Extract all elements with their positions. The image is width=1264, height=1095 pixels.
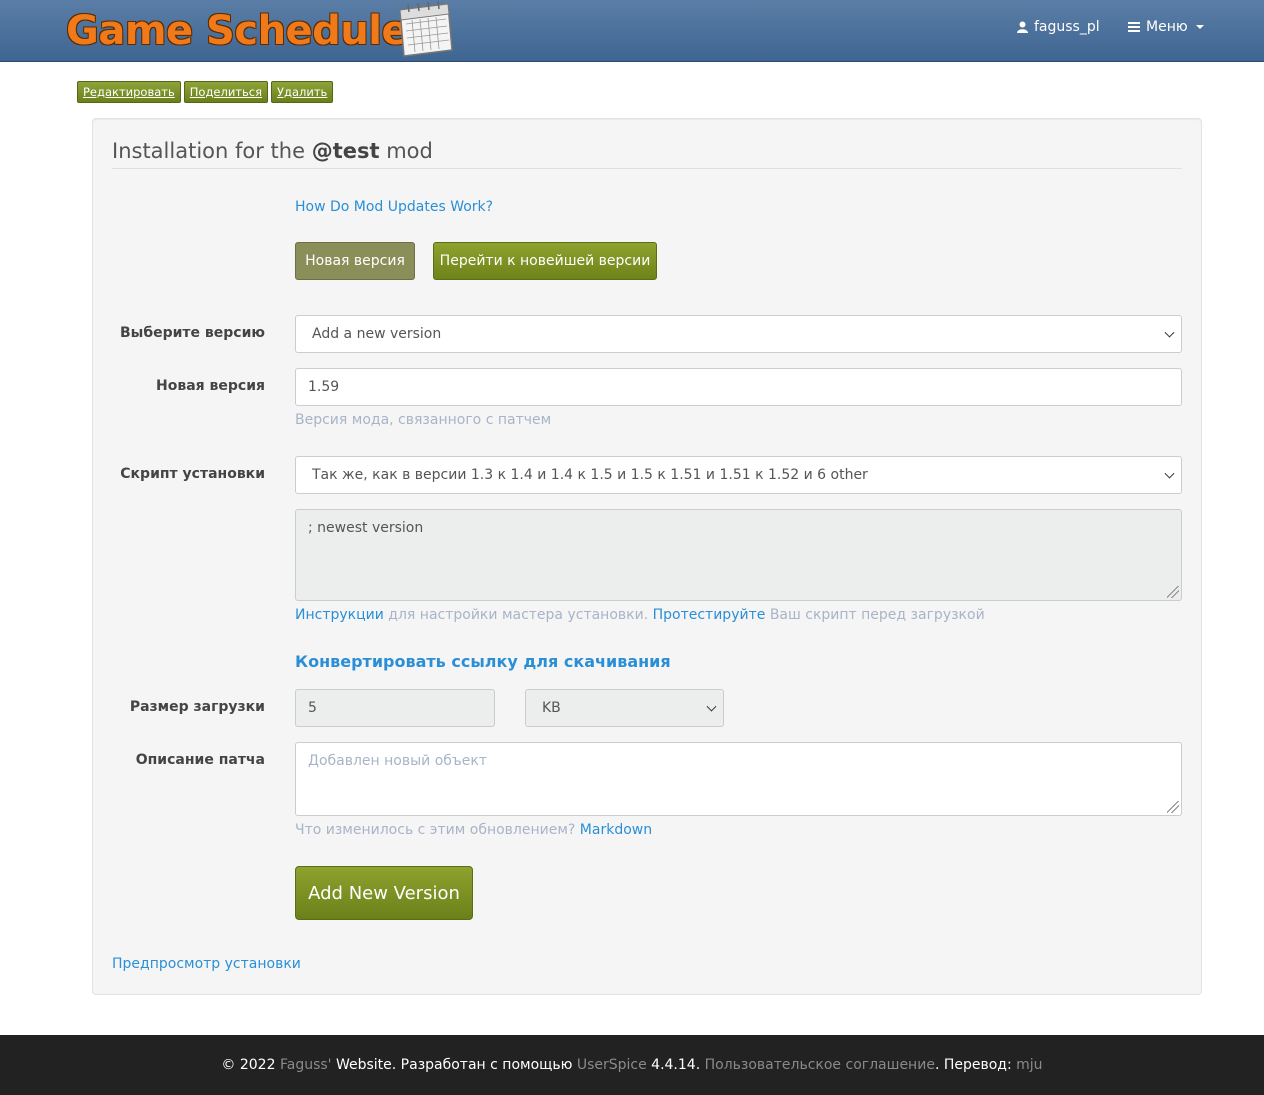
download-size-value: 5 xyxy=(308,700,317,716)
installation-panel: Installation for the @test mod How Do Mo… xyxy=(92,118,1202,995)
test-script-link[interactable]: Протестируйте xyxy=(653,607,766,623)
chevron-down-icon xyxy=(706,701,717,712)
delete-button[interactable]: Удалить xyxy=(271,81,334,103)
hamburger-icon xyxy=(1128,22,1140,32)
caret-down-icon xyxy=(1195,25,1204,29)
footer-copyright: © 2022 xyxy=(221,1057,276,1073)
new-version-hint: Версия мода, связанного с патчем xyxy=(295,412,552,428)
menu-label: Меню xyxy=(1146,19,1188,35)
footer-website-text: Website. Разработан с помощью xyxy=(335,1057,573,1073)
select-version-label: Выберите версию xyxy=(119,325,265,341)
resize-handle-icon[interactable] xyxy=(1167,801,1179,813)
preview-installation-link[interactable]: Предпросмотр установки xyxy=(112,956,301,972)
patch-description-textarea[interactable]: Добавлен новый объект xyxy=(295,742,1182,816)
script-help-line: Инструкции для настройки мастера установ… xyxy=(295,607,985,623)
size-unit-value: KB xyxy=(542,700,561,716)
new-version-label: Новая версия xyxy=(156,378,265,394)
calendar-icon xyxy=(399,0,453,57)
brand-title: Game Schedule xyxy=(66,8,409,54)
footer: © 2022 Faguss' Website. Разработан с пом… xyxy=(0,1035,1264,1095)
new-version-input[interactable]: 1.59 xyxy=(295,368,1182,406)
share-button[interactable]: Поделиться xyxy=(183,81,269,103)
footer-author-link[interactable]: Faguss' xyxy=(280,1057,332,1073)
username: faguss_pl xyxy=(1034,19,1100,35)
user-icon xyxy=(1017,21,1028,33)
instructions-link[interactable]: Инструкции xyxy=(295,607,384,623)
patch-description-placeholder: Добавлен новый объект xyxy=(308,753,488,769)
navbar: Game Schedule faguss_pl Меню xyxy=(0,0,1264,62)
footer-translator-link[interactable]: mju xyxy=(1016,1057,1042,1073)
convert-download-link[interactable]: Конвертировать ссылку для скачивания xyxy=(295,652,671,671)
title-divider xyxy=(112,168,1182,169)
version-select-value: Add a new version xyxy=(312,326,442,342)
download-size-input[interactable]: 5 xyxy=(295,689,495,727)
chevron-down-icon xyxy=(1164,327,1175,338)
title-prefix: Installation for the xyxy=(112,139,305,163)
new-version-button[interactable]: Новая версия xyxy=(295,242,415,280)
title-suffix: mod xyxy=(386,139,433,163)
title-mod: @test xyxy=(311,139,380,163)
user-menu[interactable]: faguss_pl xyxy=(1017,19,1100,35)
version-select[interactable]: Add a new version xyxy=(295,315,1182,353)
description-hint-line: Что изменилось с этим обновлением? Markd… xyxy=(295,822,652,838)
edit-button[interactable]: Редактировать xyxy=(77,81,181,103)
add-new-version-button[interactable]: Add New Version xyxy=(295,866,473,920)
chevron-down-icon xyxy=(1164,468,1175,479)
page-toolbar: Редактировать Поделиться Удалить xyxy=(77,81,334,103)
markdown-link[interactable]: Markdown xyxy=(580,822,652,838)
install-script-text: ; newest version xyxy=(308,520,424,536)
footer-framework-link[interactable]: UserSpice xyxy=(577,1057,647,1073)
install-script-value: Так же, как в версии 1.3 к 1.4 и 1.4 к 1… xyxy=(312,467,868,483)
install-script-select[interactable]: Так же, как в версии 1.3 к 1.4 и 1.4 к 1… xyxy=(295,456,1182,494)
footer-terms-link[interactable]: Пользовательское соглашение xyxy=(705,1057,935,1073)
resize-handle-icon[interactable] xyxy=(1167,586,1179,598)
patch-description-label: Описание патча xyxy=(135,752,265,768)
test-script-text: Ваш скрипт перед загрузкой xyxy=(769,607,985,623)
install-script-label: Скрипт установки xyxy=(120,466,265,482)
main-menu[interactable]: Меню xyxy=(1128,19,1204,35)
footer-version: 4.4.14. xyxy=(651,1057,701,1073)
brand-logo[interactable]: Game Schedule xyxy=(66,2,409,60)
instructions-text: для настройки мастера установки. xyxy=(388,607,649,623)
new-version-value: 1.59 xyxy=(308,379,340,395)
size-unit-select[interactable]: KB xyxy=(525,689,724,727)
download-size-label: Размер загрузки xyxy=(129,699,265,715)
description-hint: Что изменилось с этим обновлением? xyxy=(295,822,576,838)
go-latest-version-button[interactable]: Перейти к новейшей версии xyxy=(433,242,657,280)
page-title: Installation for the @test mod xyxy=(112,139,433,163)
install-script-textarea[interactable]: ; newest version xyxy=(295,509,1182,601)
how-mod-updates-link[interactable]: How Do Mod Updates Work? xyxy=(295,199,493,215)
footer-translation-text: . Перевод: xyxy=(934,1057,1012,1073)
